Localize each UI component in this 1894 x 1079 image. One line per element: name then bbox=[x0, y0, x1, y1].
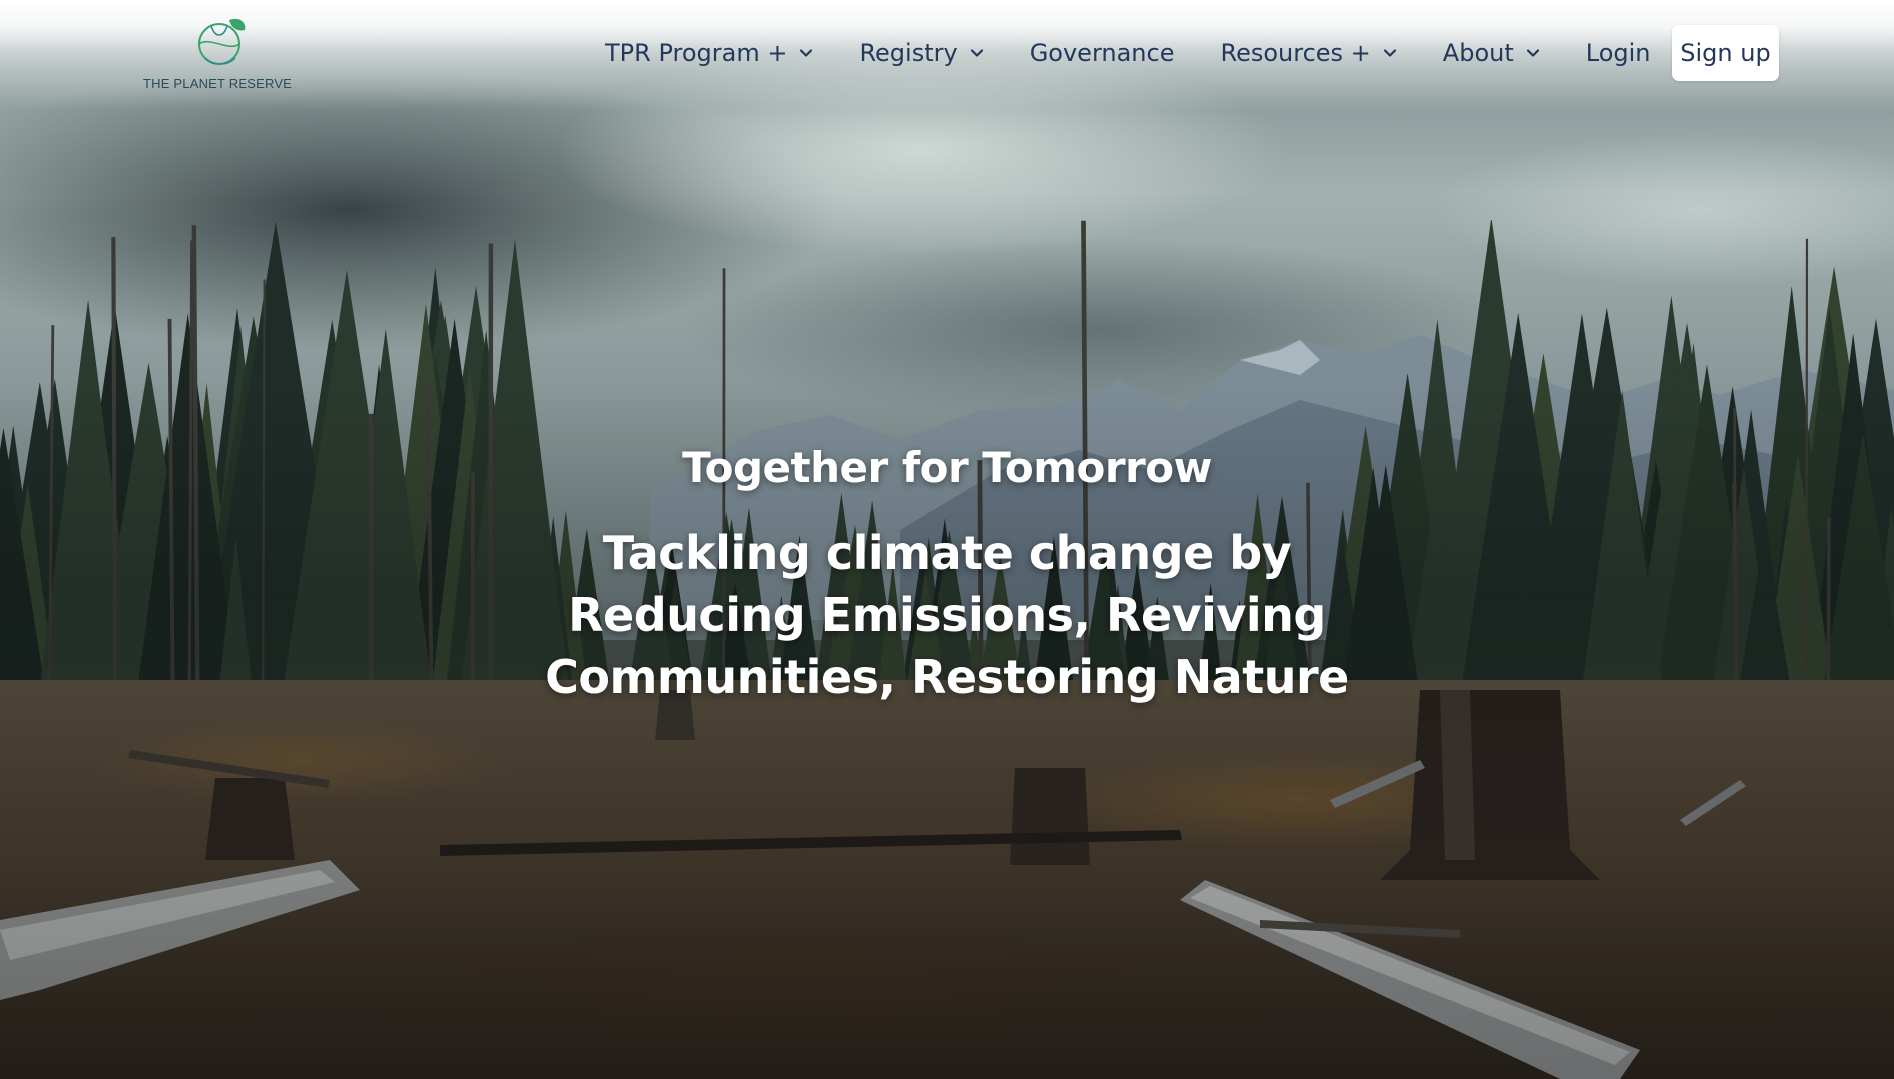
chevron-down-icon bbox=[970, 49, 983, 57]
login-link[interactable]: Login bbox=[1586, 39, 1651, 67]
nav-resources[interactable]: Resources + bbox=[1220, 39, 1396, 67]
hero-headline: Tackling climate change by Reducing Emis… bbox=[545, 526, 1349, 704]
hero-tagline: Together for Tomorrow bbox=[682, 443, 1212, 492]
site-header: THE PLANET RESERVE TPR Program + Registr… bbox=[0, 0, 1894, 100]
hero-section: Together for Tomorrow Tackling climate c… bbox=[447, 436, 1447, 708]
nav-resources-label: Resources + bbox=[1220, 39, 1371, 67]
main-nav: TPR Program + Registry Governance Resour… bbox=[605, 24, 1697, 82]
nav-governance[interactable]: Governance bbox=[1030, 39, 1175, 67]
nav-tpr-program-label: TPR Program + bbox=[605, 39, 788, 67]
chevron-down-icon bbox=[1526, 49, 1539, 57]
chevron-down-icon bbox=[800, 49, 813, 57]
chevron-down-icon bbox=[1383, 49, 1396, 57]
nav-registry-label: Registry bbox=[859, 39, 958, 67]
nav-registry[interactable]: Registry bbox=[859, 39, 983, 67]
nav-about-label: About bbox=[1442, 39, 1514, 67]
nav-about[interactable]: About bbox=[1443, 39, 1540, 67]
nav-governance-label: Governance bbox=[1029, 39, 1175, 67]
nav-tpr-program[interactable]: TPR Program + bbox=[605, 39, 813, 67]
planet-leaf-icon bbox=[198, 18, 246, 65]
site-logo[interactable]: THE PLANET RESERVE bbox=[143, 14, 303, 94]
landing-page: THE PLANET RESERVE TPR Program + Registr… bbox=[0, 0, 1894, 1079]
login-label: Login bbox=[1585, 39, 1651, 67]
logo-wordmark: THE PLANET RESERVE bbox=[143, 76, 293, 91]
sign-up-button[interactable]: Sign up bbox=[1672, 25, 1779, 81]
